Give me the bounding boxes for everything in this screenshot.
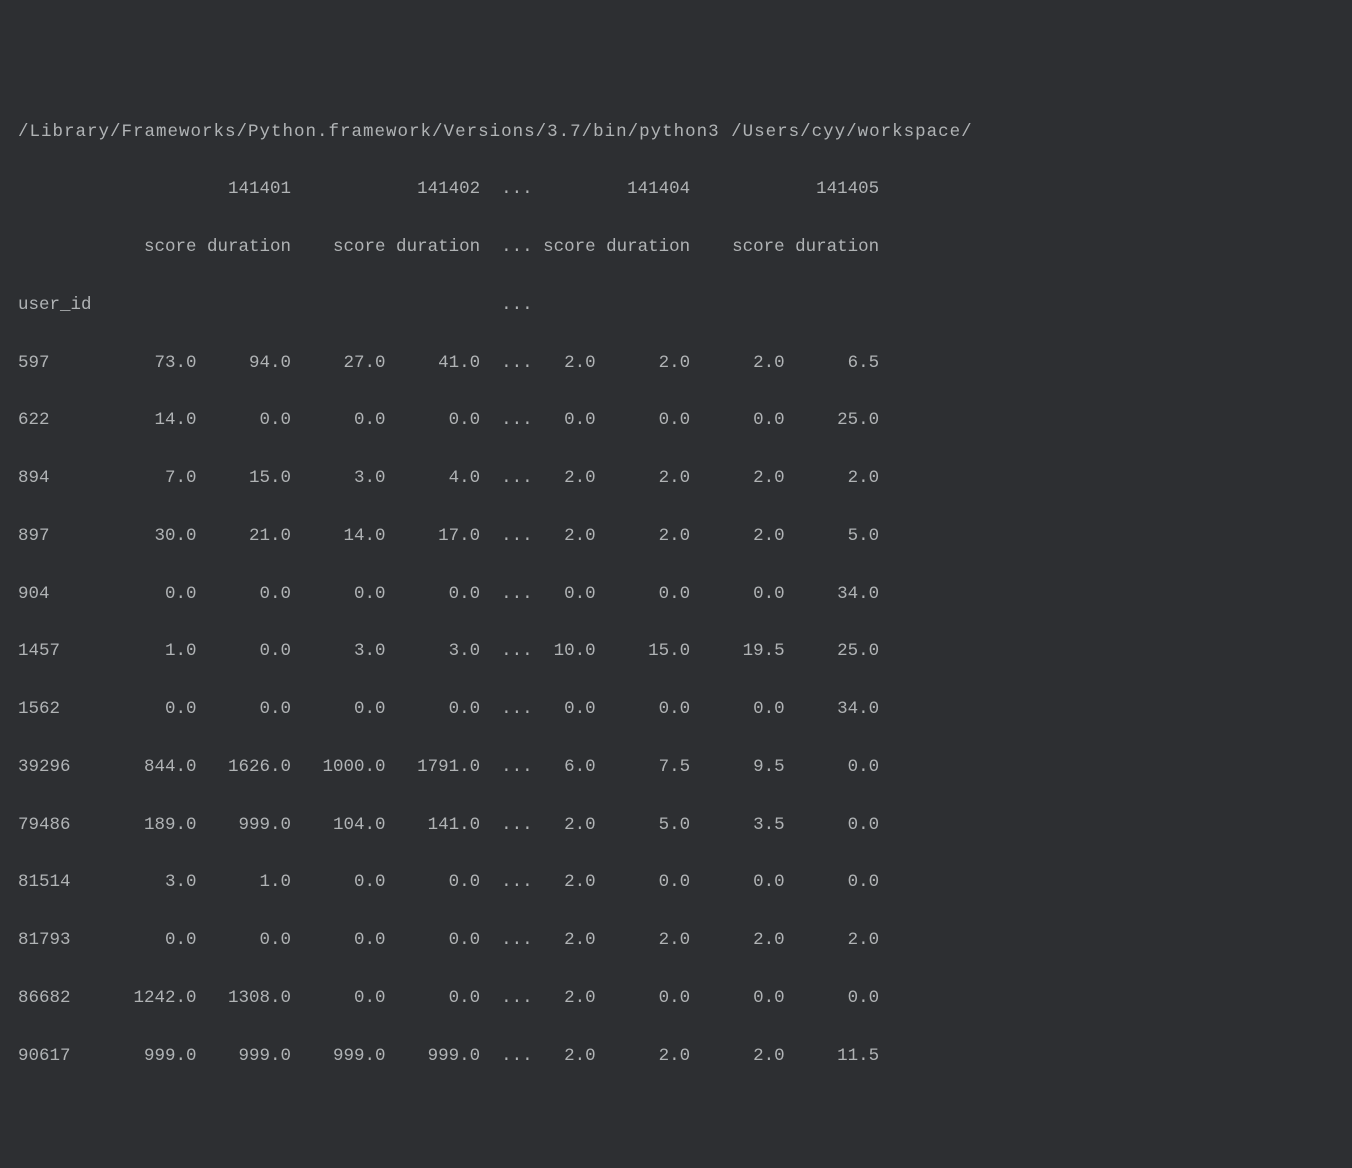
table-row: 1562 0.0 0.0 0.0 0.0 ... 0.0 0.0 0.0 34.… [0, 695, 1352, 724]
table-row: 39296 844.0 1626.0 1000.0 1791.0 ... 6.0… [0, 753, 1352, 782]
table-row: 1457 1.0 0.0 3.0 3.0 ... 10.0 15.0 19.5 … [0, 637, 1352, 666]
table-row: 81514 3.0 1.0 0.0 0.0 ... 2.0 0.0 0.0 0.… [0, 868, 1352, 897]
command-path: /Library/Frameworks/Python.framework/Ver… [0, 118, 1352, 147]
table-row: 90617 999.0 999.0 999.0 999.0 ... 2.0 2.… [0, 1042, 1352, 1071]
table-row: 81793 0.0 0.0 0.0 0.0 ... 2.0 2.0 2.0 2.… [0, 926, 1352, 955]
table-row: 894 7.0 15.0 3.0 4.0 ... 2.0 2.0 2.0 2.0 [0, 464, 1352, 493]
terminal-output: /Library/Frameworks/Python.framework/Ver… [0, 118, 1352, 1100]
table-header-top: 141401 141402 ... 141404 141405 [0, 175, 1352, 204]
table-row: 597 73.0 94.0 27.0 41.0 ... 2.0 2.0 2.0 … [0, 349, 1352, 378]
table-row: 86682 1242.0 1308.0 0.0 0.0 ... 2.0 0.0 … [0, 984, 1352, 1013]
table-row: 897 30.0 21.0 14.0 17.0 ... 2.0 2.0 2.0 … [0, 522, 1352, 551]
table-header-sub: score duration score duration ... score … [0, 233, 1352, 262]
table-index-name: user_id ... [0, 291, 1352, 320]
table-row: 622 14.0 0.0 0.0 0.0 ... 0.0 0.0 0.0 25.… [0, 406, 1352, 435]
table-row: 79486 189.0 999.0 104.0 141.0 ... 2.0 5.… [0, 811, 1352, 840]
